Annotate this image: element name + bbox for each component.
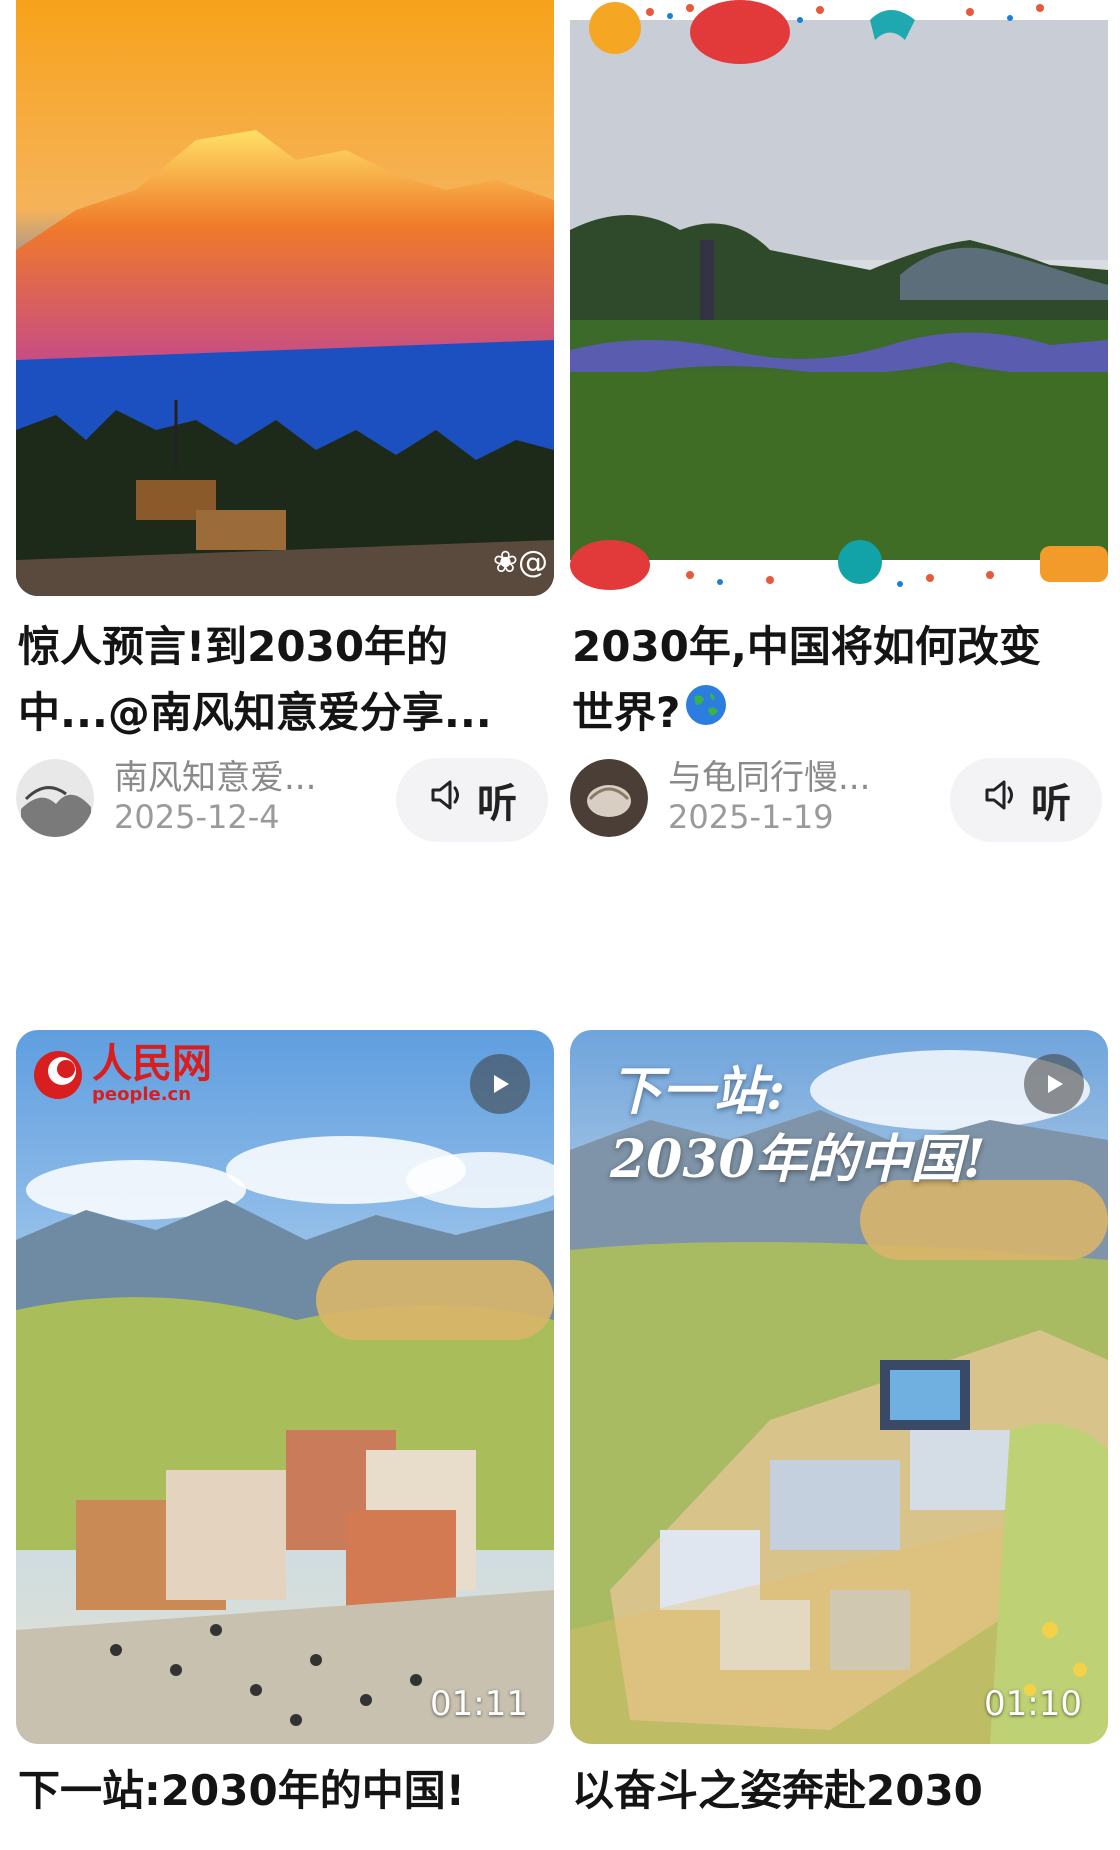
post-date: 2025-1-19 (668, 798, 834, 836)
listen-button[interactable]: 听 (950, 758, 1102, 842)
card-title[interactable]: 以奋斗之姿奔赴2030 (572, 1758, 983, 1824)
avatar[interactable] (16, 759, 94, 837)
video-overlay-title: 下一站: 2030年的中国! (610, 1061, 986, 1190)
thumbnail-mountain[interactable]: ❀@ (16, 0, 554, 596)
speaker-icon (427, 775, 467, 825)
post-date: 2025-12-4 (114, 798, 280, 836)
avatar[interactable] (570, 759, 648, 837)
card-title[interactable]: 下一站:2030年的中国! (18, 1758, 465, 1824)
card-meta: 与龟同行慢... 2025-1-19 听 (570, 750, 1108, 842)
video-duration: 01:10 (984, 1684, 1082, 1724)
listen-label: 听 (1031, 781, 1071, 827)
watermark: ❀@ (492, 545, 548, 580)
thumbnail-park[interactable] (570, 0, 1108, 596)
people-cn-logo: 人民网 people.cn (30, 1044, 212, 1105)
card-title[interactable]: 惊人预言!到2030年的 中...@南风知意爱分享... (18, 614, 492, 746)
author-name[interactable]: 与龟同行慢... (668, 750, 870, 799)
play-icon[interactable] (1024, 1054, 1084, 1114)
listen-button[interactable]: 听 (396, 758, 548, 842)
globe-icon (684, 680, 728, 746)
author-name[interactable]: 南风知意爱... (114, 750, 316, 799)
listen-label: 听 (477, 781, 517, 827)
card-title[interactable]: 2030年,中国将如何改变 世界? (572, 614, 1041, 746)
speaker-icon (981, 775, 1021, 825)
play-icon[interactable] (470, 1054, 530, 1114)
thumbnail-factory-video[interactable]: 下一站: 2030年的中国! 01:10 (570, 1030, 1108, 1744)
card-meta: 南风知意爱... 2025-12-4 听 (16, 750, 554, 842)
thumbnail-town-video[interactable]: 人民网 people.cn 01:11 (16, 1030, 554, 1744)
video-duration: 01:11 (430, 1684, 528, 1724)
